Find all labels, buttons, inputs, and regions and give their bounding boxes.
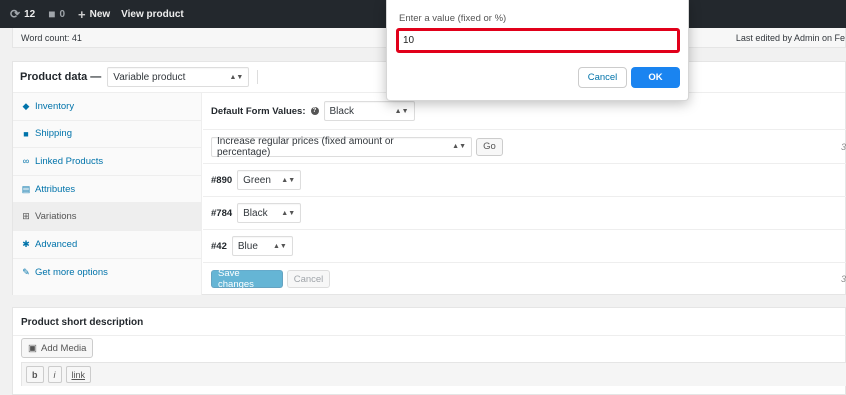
- variation-count-top: 3: [840, 141, 846, 152]
- add-media-label: Add Media: [40, 342, 87, 354]
- select-arrows-icon: ▲▼: [452, 143, 466, 150]
- variation-attribute-select[interactable]: Green ▲▼: [237, 170, 302, 190]
- product-data-title: Product data —: [20, 71, 102, 83]
- tab-inventory[interactable]: ◆ Inventory: [13, 93, 201, 121]
- view-product-label: View product: [121, 8, 184, 20]
- prompt-label: Enter a value (fixed or %): [399, 13, 507, 24]
- prompt-dialog: Enter a value (fixed or %) Cancel OK: [386, 0, 689, 101]
- updates-count: 12: [24, 8, 36, 20]
- bulk-action-select[interactable]: Increase regular prices (fixed amount or…: [211, 135, 472, 158]
- variation-value: Blue: [237, 240, 258, 252]
- new-link[interactable]: + New: [78, 7, 110, 22]
- plus-icon: +: [78, 6, 86, 22]
- tab-label: Inventory: [35, 100, 75, 112]
- comments-link[interactable]: ■ 0: [48, 7, 65, 21]
- select-arrows-icon: ▲▼: [281, 209, 296, 217]
- variation-attribute-select[interactable]: Blue ▲▼: [231, 236, 293, 256]
- tab-label: Variations: [35, 211, 77, 223]
- truck-icon: ■: [23, 128, 29, 139]
- view-product-link[interactable]: View product: [121, 9, 184, 20]
- inventory-icon: ◆: [22, 100, 30, 111]
- tab-variations[interactable]: ⊞ Variations: [13, 203, 201, 231]
- save-row: Save changes Cancel 3: [203, 263, 846, 295]
- tab-label: Linked Products: [35, 155, 104, 167]
- save-changes-button[interactable]: Save changes: [211, 268, 283, 290]
- new-label: New: [89, 8, 111, 20]
- variation-id: #784: [211, 207, 233, 219]
- variation-row[interactable]: #784 Black ▲▼: [203, 197, 846, 230]
- updates-link[interactable]: ⟳ 12: [10, 7, 35, 21]
- gear-icon: ✱: [22, 238, 30, 249]
- tab-label: Advanced: [35, 238, 78, 250]
- variations-panel: Default Form Values: ? Black ▲▼ Increase…: [203, 93, 846, 295]
- updates-icon: ⟳: [10, 7, 21, 21]
- default-value-select[interactable]: Black ▲▼: [323, 101, 415, 121]
- variation-row[interactable]: #890 Green ▲▼: [203, 164, 846, 197]
- tab-shipping[interactable]: ■ Shipping: [13, 121, 201, 149]
- divider: [257, 70, 259, 84]
- link-icon: ∞: [22, 156, 30, 167]
- product-data-tabs: ◆ Inventory ■ Shipping ∞ Linked Products…: [13, 93, 202, 295]
- variation-attribute-select[interactable]: Black ▲▼: [237, 203, 302, 223]
- add-media-button[interactable]: ▣ Add Media: [21, 338, 94, 358]
- short-description-box: Product short description ▣ Add Media b …: [12, 307, 846, 395]
- variation-id: #890: [211, 174, 233, 186]
- variation-row[interactable]: #42 Blue ▲▼: [203, 230, 846, 263]
- bulk-action-value: Increase regular prices (fixed amount or…: [217, 135, 394, 158]
- tab-get-more-options[interactable]: ✎ Get more options: [13, 259, 201, 287]
- list-icon: ▤: [21, 183, 31, 194]
- tab-linked-products[interactable]: ∞ Linked Products: [13, 148, 201, 176]
- comment-icon: ■: [48, 7, 56, 21]
- select-arrows-icon: ▲▼: [273, 242, 287, 250]
- word-count: Word count: 41: [21, 33, 82, 43]
- go-button[interactable]: Go: [476, 137, 503, 156]
- product-type-value: Variable product: [113, 71, 186, 83]
- tab-label: Attributes: [35, 183, 76, 195]
- plugin-icon: ✎: [22, 266, 30, 277]
- tab-attributes[interactable]: ▤ Attributes: [13, 176, 201, 204]
- short-description-title: Product short description: [21, 317, 144, 328]
- tab-advanced[interactable]: ✱ Advanced: [13, 231, 201, 259]
- tab-label: Get more options: [35, 266, 108, 278]
- select-arrows-icon: ▲▼: [229, 73, 244, 81]
- bold-button[interactable]: b: [26, 366, 44, 383]
- dialog-ok-button[interactable]: OK: [631, 67, 680, 88]
- variation-value: Black: [243, 207, 268, 219]
- variation-count-bottom: 3: [840, 274, 846, 284]
- variation-value: Green: [243, 174, 271, 186]
- link-button[interactable]: link: [65, 366, 92, 383]
- bulk-actions-row: Increase regular prices (fixed amount or…: [203, 130, 846, 164]
- media-icon: ▣: [28, 342, 37, 354]
- tab-label: Shipping: [35, 128, 72, 140]
- default-form-values-label: Default Form Values:: [211, 105, 306, 117]
- product-type-select[interactable]: Variable product ▲▼: [107, 67, 250, 87]
- help-icon[interactable]: ?: [310, 107, 319, 115]
- italic-button[interactable]: i: [47, 366, 62, 383]
- dialog-cancel-button[interactable]: Cancel: [578, 67, 627, 88]
- select-arrows-icon: ▲▼: [281, 176, 296, 184]
- select-arrows-icon: ▲▼: [394, 107, 409, 115]
- variation-id: #42: [211, 240, 227, 252]
- value-input[interactable]: [396, 28, 680, 53]
- quicktags-toolbar: b i link: [21, 362, 846, 386]
- default-value: Black: [329, 105, 354, 117]
- divider: [13, 335, 846, 336]
- comments-count: 0: [59, 8, 65, 20]
- grid-icon: ⊞: [22, 211, 30, 222]
- cancel-button[interactable]: Cancel: [287, 270, 330, 288]
- last-edited: Last edited by Admin on Fe: [735, 33, 845, 43]
